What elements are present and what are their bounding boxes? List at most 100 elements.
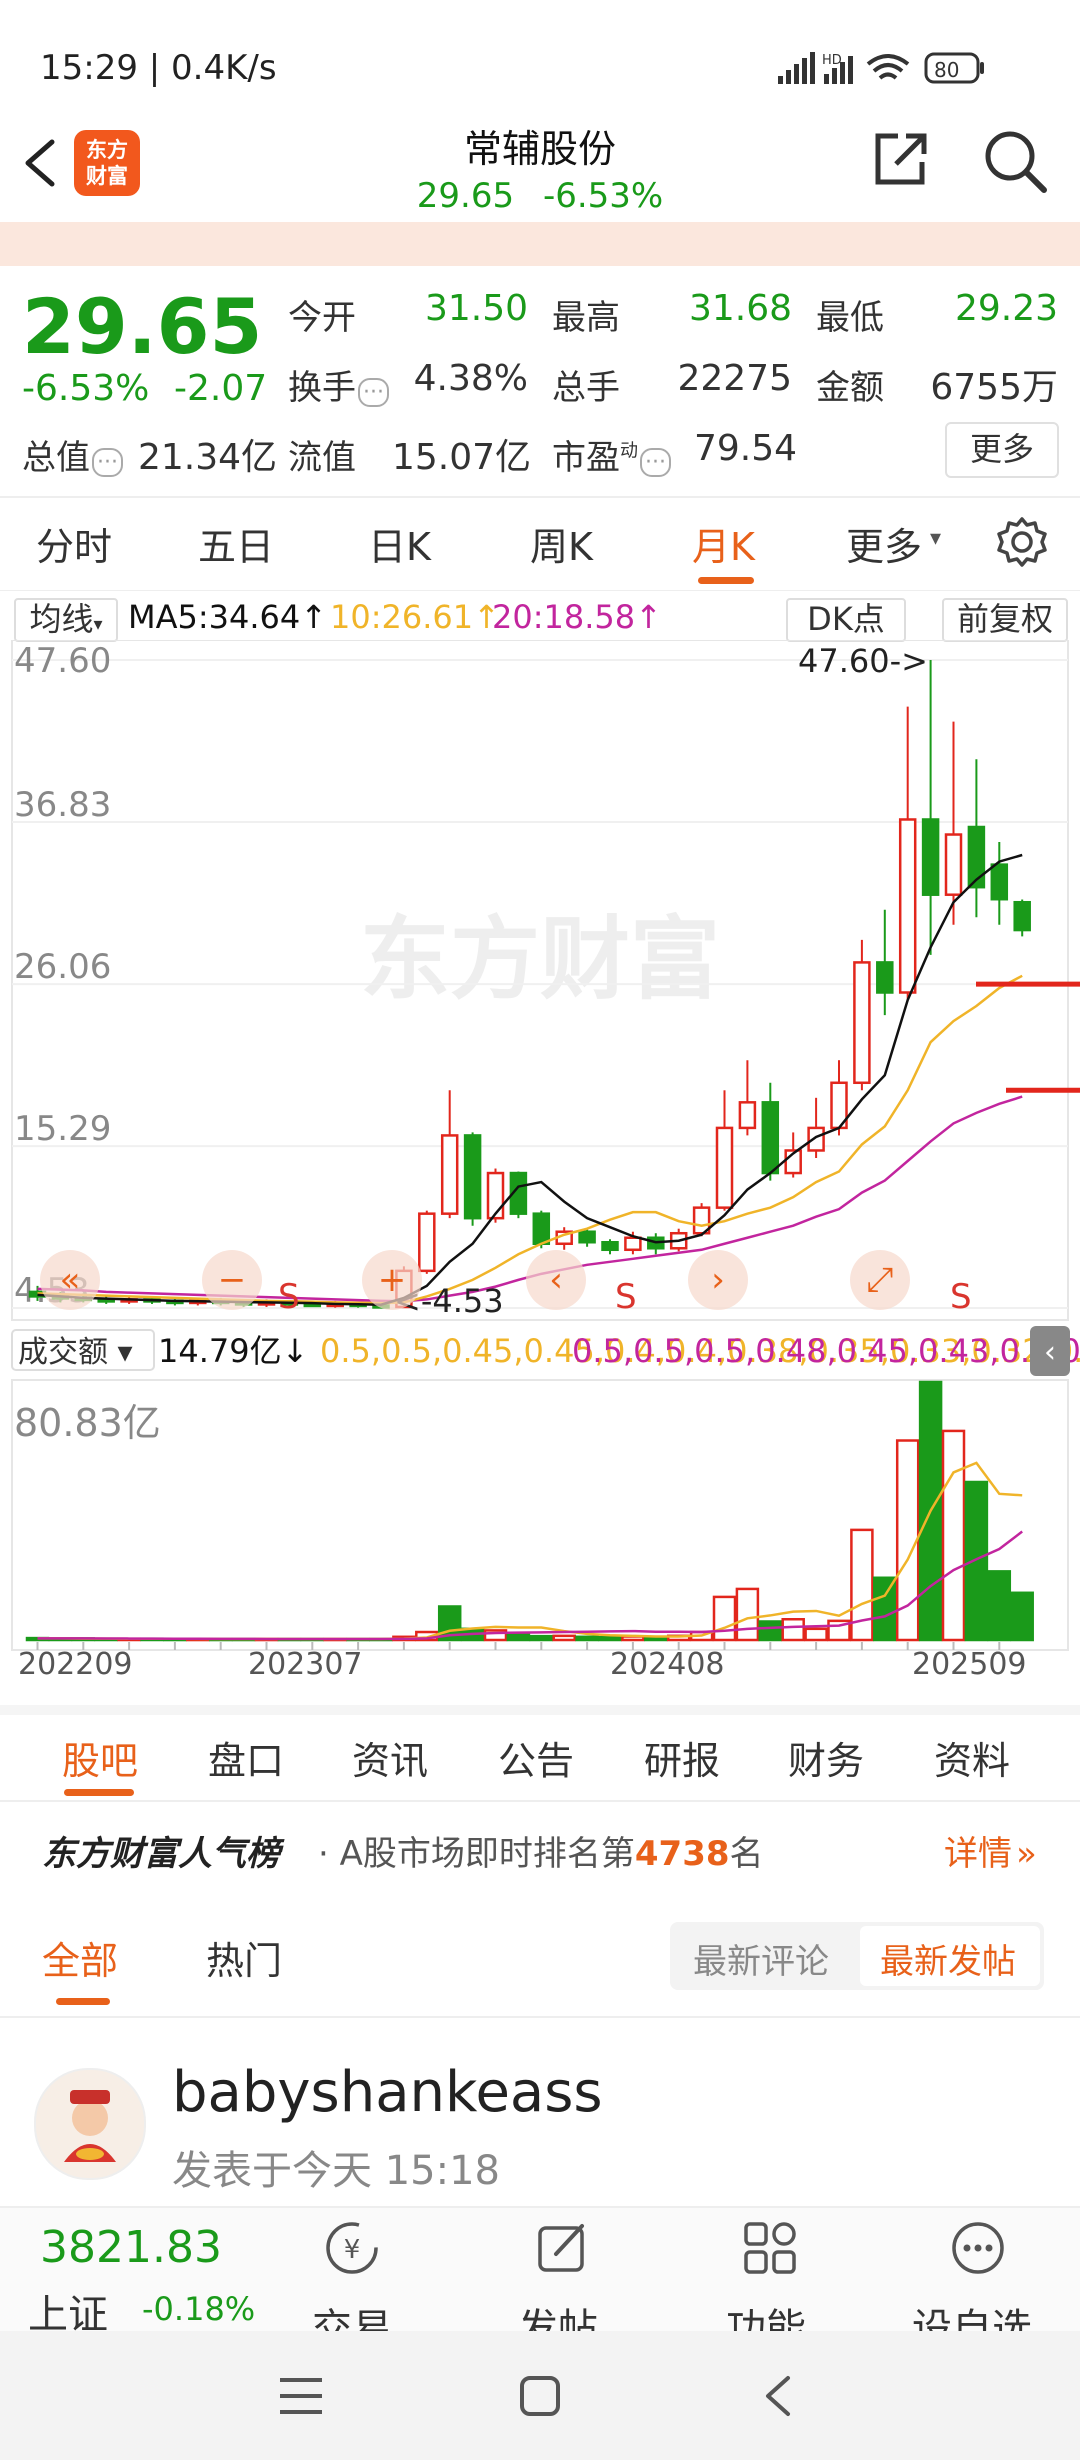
amount-label: 金额 [816, 368, 884, 408]
home-icon[interactable] [516, 2372, 564, 2420]
info-icon[interactable]: ··· [640, 448, 671, 477]
settings-gear-icon[interactable] [996, 516, 1048, 568]
ma5-value: MA5:34.64↑ [128, 598, 328, 636]
plus-icon-glyph: + [378, 1260, 407, 1300]
volume-bar [781, 1618, 805, 1642]
divider [0, 1800, 1080, 1802]
change-pct: -6.53% [22, 368, 150, 409]
header-price-line: 29.65 -6.53% [340, 176, 740, 216]
prev-icon[interactable]: ‹ [526, 1250, 586, 1310]
header-price: 29.65 [416, 176, 515, 216]
dk-point-dropdown[interactable]: DK点 [786, 598, 906, 642]
max-price-annotation: 47.60-> [798, 642, 928, 680]
volume-label: 总手 [552, 368, 620, 408]
search-icon[interactable] [982, 128, 1048, 194]
change-amount: -2.07 [174, 368, 268, 409]
section-tab-4[interactable]: 研报 [644, 1730, 720, 1785]
indicator-type-dropdown[interactable]: 均线▾ [14, 598, 118, 642]
divider [0, 496, 1080, 498]
volume-ma2: 0.5,0.5,0.5,0.48,0.45,0.43,0.4,0.38,0.36… [572, 1332, 1080, 1370]
battery-level: 80 [934, 58, 959, 82]
section-tab-1[interactable]: 盘口 [208, 1730, 284, 1785]
prev-icon-glyph: ‹ [549, 1260, 563, 1300]
collapse-chevron-icon: ‹ [1044, 1335, 1056, 1370]
share-icon[interactable] [870, 130, 930, 190]
user-avatar[interactable] [34, 2068, 146, 2180]
y-tick-label: 26.06 [14, 947, 111, 987]
adjust-dropdown[interactable]: 前复权 [942, 598, 1068, 642]
more-quote-button[interactable]: 更多 [945, 422, 1059, 478]
candle-body [876, 961, 894, 994]
candle-body [761, 1101, 780, 1175]
info-icon[interactable]: ··· [358, 378, 389, 407]
pe-label: 市盈动 ··· [552, 430, 671, 479]
x-tick-label: 202307 [248, 1647, 363, 1675]
rank-number: 4738 [634, 1834, 730, 1874]
mktcap-label: 总值 ··· [22, 430, 123, 479]
volume-bar [850, 1528, 874, 1642]
volume-bar [598, 1635, 622, 1642]
float-value: 15.07亿 [392, 437, 532, 478]
section-tab-6[interactable]: 资料 [934, 1730, 1010, 1785]
volume-bar [506, 1632, 531, 1642]
section-tab-2[interactable]: 资讯 [352, 1730, 428, 1785]
sell-mark: S [950, 1277, 972, 1317]
compose-icon[interactable] [532, 2218, 592, 2278]
more-dots-icon[interactable] [948, 2218, 1008, 2278]
tab-timeshare[interactable]: 分时 [36, 516, 112, 571]
candle-body [486, 1171, 505, 1220]
post-time: 发表于今天 15:18 [172, 2148, 500, 2194]
candle-body [578, 1230, 596, 1244]
open-label: 今开 [288, 298, 356, 338]
low-value: 29.23 [954, 288, 1058, 329]
minus-icon[interactable]: − [202, 1250, 262, 1310]
svg-text:HD: HD [822, 53, 842, 68]
trade-icon[interactable]: ¥ [322, 2218, 382, 2278]
notice-banner[interactable] [0, 222, 1080, 266]
kline-chart[interactable]: 东方财富 47.6036.8326.0615.294.53 80.83亿2022… [0, 640, 1080, 1675]
logo-text-1: 东方 [86, 138, 128, 162]
menu-icon[interactable] [276, 2374, 326, 2418]
tab-monthk[interactable]: 月K [692, 516, 755, 571]
x-tick-label: 202509 [912, 1647, 1027, 1675]
plus-icon[interactable]: + [362, 1250, 422, 1310]
candle-body [715, 1126, 734, 1209]
status-bar: 15:29 | 0.4K/s HD 80 [0, 0, 1080, 130]
sort-latest-post[interactable]: 最新发帖 [880, 1934, 1016, 1983]
minus-icon-glyph: − [218, 1260, 247, 1300]
volume-bar [964, 1480, 989, 1642]
section-tab-3[interactable]: 公告 [498, 1730, 574, 1785]
tab-hot[interactable]: 热门 [206, 1930, 282, 1985]
sort-latest-comment[interactable]: 最新评论 [693, 1934, 829, 1983]
watermark: 东方财富 [360, 907, 720, 1012]
tab-all[interactable]: 全部 [42, 1930, 118, 1985]
info-icon[interactable]: ··· [92, 448, 123, 477]
rank-detail-link[interactable]: 详情» [944, 1826, 1037, 1875]
nav-back-icon[interactable] [758, 2372, 798, 2420]
status-time: 15:29 | 0.4K/s [40, 48, 277, 88]
tab-weekk[interactable]: 周K [530, 516, 593, 571]
section-tab-0[interactable]: 股吧 [62, 1730, 138, 1785]
next-icon[interactable]: › [688, 1250, 748, 1310]
volume-type-label: 成交额 ▾ [18, 1335, 133, 1370]
volume-bar [987, 1570, 1012, 1642]
tab-more[interactable]: 更多 [846, 516, 922, 571]
volume-header: 成交额 ▾ 14.79亿↓ 0.5,0.5,0.45,0.45,0.4,0.4,0.… [11, 1326, 1080, 1376]
volume-bar [552, 1634, 576, 1642]
tab-dayk[interactable]: 日K [368, 516, 431, 571]
grid-icon[interactable] [740, 2218, 800, 2278]
post-author[interactable]: babyshankeass [172, 2060, 603, 2125]
candle-body [418, 1212, 436, 1273]
index-value[interactable]: 3821.83 [40, 2222, 222, 2273]
zoom-out-icon[interactable]: « [40, 1250, 100, 1310]
app-logo[interactable]: 东方 财富 [74, 130, 140, 196]
more-caret-icon: ▾ [930, 526, 942, 551]
mktcap-value: 21.34亿 [138, 437, 278, 478]
tab-fiveday[interactable]: 五日 [198, 516, 274, 571]
fullscreen-icon[interactable]: ⤢ [850, 1250, 910, 1310]
y-tick-label: 15.29 [14, 1109, 111, 1149]
section-tab-5[interactable]: 财务 [788, 1730, 864, 1785]
status-icons: HD 80 [778, 52, 984, 84]
avatar-figure-icon [64, 2090, 116, 2162]
back-icon[interactable] [18, 138, 62, 188]
